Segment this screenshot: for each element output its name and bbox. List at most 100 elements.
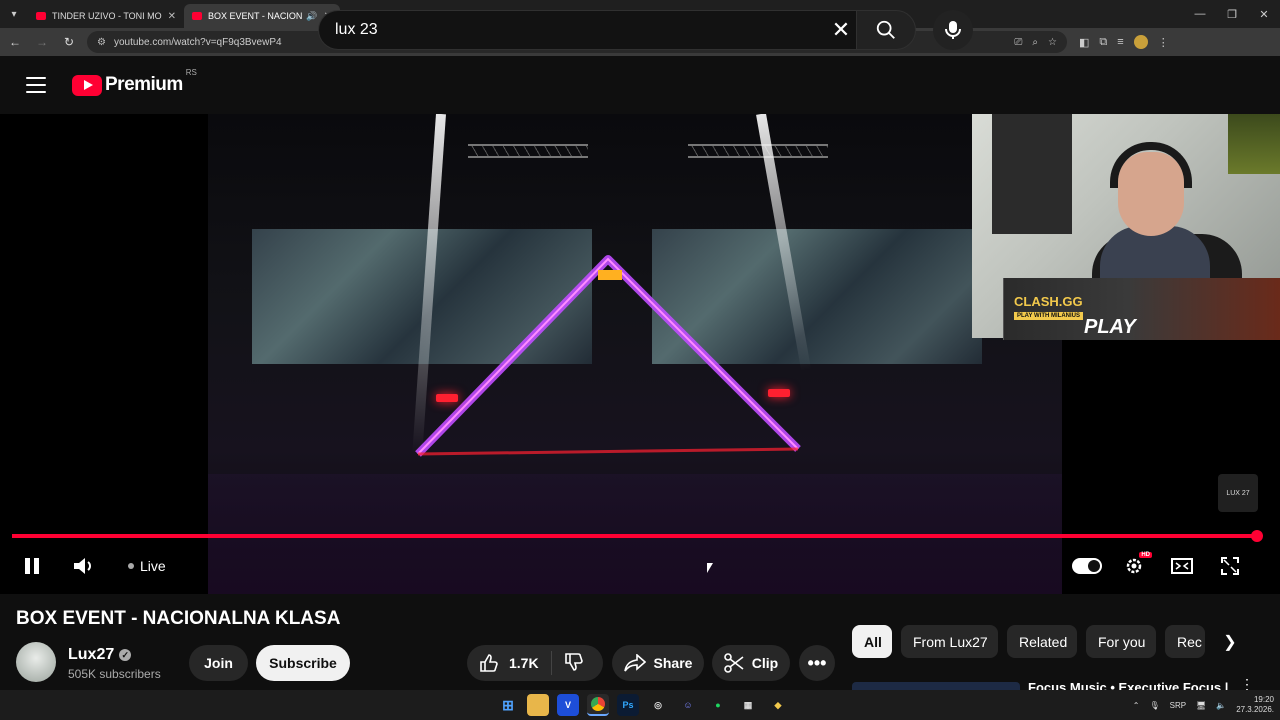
chrome-icon[interactable] bbox=[587, 694, 609, 716]
clock[interactable]: 19:20 27.3.2026. bbox=[1236, 695, 1274, 715]
volume-icon bbox=[74, 558, 91, 574]
youtube-favicon-icon bbox=[192, 12, 202, 20]
video-player[interactable]: CLASH.GG PLAY WITH MILANIUS PLAY LUX 27 … bbox=[0, 114, 1280, 594]
settings-button[interactable]: HD bbox=[1122, 552, 1152, 580]
video-frame bbox=[208, 114, 1062, 594]
webcam-poster bbox=[1228, 114, 1280, 174]
autoplay-toggle[interactable] bbox=[1071, 552, 1103, 580]
webcam-headphones bbox=[1110, 142, 1192, 188]
tab-audio-icon[interactable]: 🔊 bbox=[306, 11, 317, 22]
tab-search-icon[interactable]: ▾ bbox=[0, 0, 28, 28]
browser-menu-icon[interactable]: ⋮ bbox=[1158, 36, 1169, 49]
pause-icon bbox=[25, 558, 39, 574]
windows-start-icon[interactable]: ⊞ bbox=[497, 694, 519, 716]
input-language[interactable]: SRP bbox=[1170, 701, 1186, 710]
taskbar-apps: ⊞ V Ps ◎ ☺ ● ▦ ◆ bbox=[497, 694, 789, 716]
like-count: 1.7K bbox=[509, 655, 539, 671]
media-control-icon[interactable]: ≡ bbox=[1117, 36, 1123, 48]
stage-truss bbox=[468, 144, 588, 158]
hamburger-menu-icon[interactable] bbox=[26, 77, 46, 93]
visual-app-icon[interactable]: V bbox=[557, 694, 579, 716]
video-title: BOX EVENT - NACIONALNA KLASA bbox=[16, 608, 341, 629]
photoshop-icon[interactable]: Ps bbox=[617, 694, 639, 716]
banner-brand: CLASH.GG bbox=[1014, 294, 1083, 309]
progress-scrubber[interactable] bbox=[1251, 530, 1263, 542]
autoplay-toggle-icon bbox=[1072, 558, 1102, 574]
search-icon bbox=[876, 20, 895, 39]
volume-button[interactable] bbox=[70, 552, 98, 580]
system-tray: ⌃ 🎙 SRP 🖥 🔈 19:20 27.3.2026. bbox=[1133, 690, 1274, 720]
subscribe-button[interactable]: Subscribe bbox=[256, 645, 350, 681]
minimize-button[interactable]: — bbox=[1184, 0, 1216, 28]
zoom-icon[interactable]: ⌕ bbox=[1032, 37, 1038, 48]
network-icon[interactable]: 🖥 bbox=[1196, 701, 1206, 710]
reload-icon[interactable]: ↻ bbox=[57, 30, 81, 54]
obs-app-icon[interactable]: ◆ bbox=[767, 694, 789, 716]
pause-button[interactable] bbox=[20, 552, 44, 580]
close-window-button[interactable]: ✕ bbox=[1248, 0, 1280, 28]
site-info-icon[interactable]: ⚙ bbox=[97, 37, 106, 48]
search-input[interactable]: lux 23 bbox=[318, 10, 860, 50]
channel-avatar[interactable] bbox=[16, 642, 56, 682]
progress-bar[interactable] bbox=[12, 534, 1258, 538]
like-divider bbox=[550, 651, 552, 675]
tab-close-icon[interactable]: ✕ bbox=[168, 11, 176, 22]
tab-title: BOX EVENT - NACIONALNA KLASA bbox=[208, 11, 303, 21]
fullscreen-button[interactable] bbox=[1218, 552, 1242, 580]
tray-chevron-icon[interactable]: ⌃ bbox=[1133, 701, 1140, 710]
cast-icon[interactable]: ⎚ bbox=[1014, 37, 1022, 48]
voice-search-button[interactable] bbox=[933, 10, 973, 50]
file-explorer-icon[interactable] bbox=[527, 694, 549, 716]
live-indicator[interactable]: Live bbox=[128, 552, 166, 580]
recommendation-thumbnail[interactable] bbox=[852, 682, 1020, 690]
verified-icon: ✓ bbox=[119, 649, 132, 661]
tab-tinder-uzivo[interactable]: TINDER UZIVO - TONI MONTANA ✕ bbox=[28, 4, 184, 28]
like-button[interactable]: 1.7K bbox=[479, 653, 539, 673]
theater-mode-button[interactable] bbox=[1168, 552, 1196, 580]
discord-icon[interactable]: ☺ bbox=[677, 694, 699, 716]
forward-arrow-icon[interactable]: → bbox=[30, 30, 54, 54]
channel-watermark[interactable]: LUX 27 bbox=[1218, 474, 1258, 512]
youtube-premium-logo[interactable]: Premium RS bbox=[72, 68, 197, 96]
bookmark-star-icon[interactable]: ☆ bbox=[1048, 37, 1057, 48]
subscriber-count: 505K subscribers bbox=[68, 667, 161, 681]
clock-time: 19:20 bbox=[1253, 695, 1274, 704]
extension-icon[interactable]: ◧ bbox=[1079, 36, 1089, 49]
channel-name[interactable]: Lux27 ✓ bbox=[68, 646, 132, 664]
clock-date: 27.3.2026. bbox=[1236, 705, 1274, 714]
tab-box-event[interactable]: BOX EVENT - NACIONALNA KLASA 🔊 ✕ bbox=[184, 4, 340, 28]
speaker-icon[interactable]: 🔈 bbox=[1216, 701, 1226, 710]
share-button[interactable]: Share bbox=[612, 645, 704, 681]
spotify-icon[interactable]: ● bbox=[707, 694, 729, 716]
red-light bbox=[436, 394, 458, 402]
dislike-button[interactable] bbox=[564, 652, 584, 675]
live-dot-icon bbox=[128, 563, 134, 569]
red-light bbox=[768, 389, 790, 397]
chip-all[interactable]: All bbox=[852, 625, 892, 658]
search-value: lux 23 bbox=[335, 21, 378, 38]
calculator-icon[interactable]: ▦ bbox=[737, 694, 759, 716]
tray-mic-icon[interactable]: 🎙 bbox=[1149, 701, 1159, 710]
profile-avatar[interactable] bbox=[1133, 35, 1148, 49]
steam-icon[interactable]: ◎ bbox=[647, 694, 669, 716]
share-label: Share bbox=[653, 655, 693, 671]
restore-button[interactable]: ❐ bbox=[1216, 0, 1248, 28]
window-controls: — ❐ ✕ bbox=[1184, 0, 1280, 28]
thumbs-down-icon bbox=[564, 652, 583, 671]
join-button[interactable]: Join bbox=[189, 645, 248, 681]
more-actions-icon[interactable]: ••• bbox=[799, 645, 835, 681]
search-button[interactable] bbox=[856, 10, 916, 50]
banner-sub: PLAY WITH MILANIUS bbox=[1014, 312, 1084, 320]
back-arrow-icon[interactable]: ← bbox=[3, 30, 27, 54]
clip-button[interactable]: Clip bbox=[712, 645, 790, 681]
chip-from-channel[interactable]: From Lux27 bbox=[901, 625, 998, 658]
chip-related[interactable]: Related bbox=[1007, 625, 1077, 658]
like-dislike-group: 1.7K bbox=[467, 645, 603, 681]
chip-recent[interactable]: Rec bbox=[1165, 625, 1205, 658]
extensions-puzzle-icon[interactable]: ⧉ bbox=[1099, 36, 1107, 49]
watermark-text: LUX 27 bbox=[1226, 489, 1250, 497]
clear-search-icon[interactable]: ✕ bbox=[822, 10, 860, 50]
chevron-right-icon[interactable]: ❯ bbox=[1214, 628, 1246, 656]
chip-for-you[interactable]: For you bbox=[1086, 625, 1156, 658]
player-controls: Live HD bbox=[0, 546, 1280, 586]
